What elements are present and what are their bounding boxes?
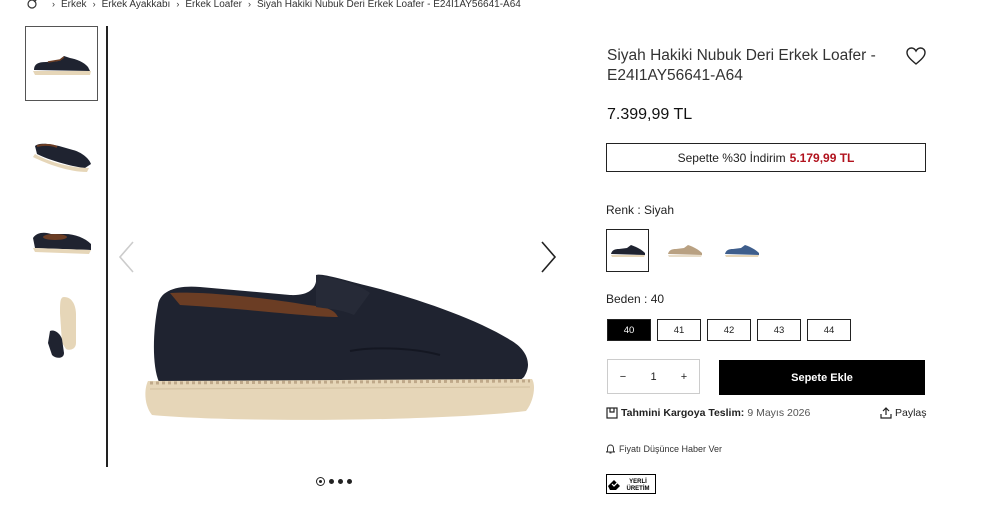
color-swatch-image [724, 244, 759, 257]
main-product-image [145, 274, 534, 420]
size-option-40[interactable]: 40 [607, 319, 651, 341]
breadcrumb-separator: › [248, 0, 252, 9]
yerli-badge-text-1: YERLİ [629, 478, 647, 485]
breadcrumb-separator: › [52, 0, 55, 9]
yerli-uretim-badge: YERLİ ÜRETİM [606, 474, 656, 494]
thumbnail-1[interactable] [25, 26, 98, 101]
quantity-decrease-button[interactable]: − [616, 371, 630, 383]
cart-discount-box: Sepette %30 İndirim 5.179,99 TL [606, 143, 926, 172]
breadcrumb-separator: › [176, 0, 180, 9]
home-icon[interactable] [26, 0, 38, 10]
breadcrumb-current: Siyah Hakiki Nubuk Deri Erkek Loafer - E… [257, 0, 521, 10]
breadcrumb: › Erkek › Erkek Ayakkabı › Erkek Loafer … [26, 0, 521, 11]
size-option-44[interactable]: 44 [807, 319, 851, 341]
cart-discount-text: Sepette %30 İndirim [677, 150, 786, 165]
chevron-left-icon[interactable] [117, 240, 137, 274]
price-alert-link[interactable]: Fiyatı Düşünce Haber Ver [606, 444, 722, 454]
breadcrumb-erkek-loafer[interactable]: Erkek Loafer [185, 0, 242, 10]
share-label: Paylaş [895, 407, 927, 419]
color-swatches [606, 229, 763, 272]
color-label: Renk : Siyah [606, 203, 675, 217]
quantity-increase-button[interactable]: + [677, 371, 691, 383]
color-swatch-bej[interactable] [663, 229, 706, 272]
size-options: 40 41 42 43 44 [607, 319, 851, 341]
bell-icon [606, 444, 615, 454]
size-option-41[interactable]: 41 [657, 319, 701, 341]
breadcrumb-erkek-ayakkabi[interactable]: Erkek Ayakkabı [102, 0, 171, 10]
breadcrumb-erkek[interactable]: Erkek [61, 0, 87, 10]
quantity-stepper: − 1 + [607, 359, 700, 394]
gallery-divider [106, 26, 108, 467]
shoe-thumbnail-image [32, 143, 91, 172]
color-swatch-image [667, 244, 702, 257]
color-swatch-mavi[interactable] [720, 229, 763, 272]
gallery-dot-4[interactable] [347, 479, 352, 484]
share-button[interactable]: Paylaş [880, 407, 927, 419]
delivery-label: Tahmini Kargoya Teslim: [621, 407, 745, 419]
thumbnail-2[interactable] [25, 114, 98, 189]
cart-discount-price: 5.179,99 TL [789, 150, 855, 165]
thumbnail-4[interactable] [25, 290, 98, 365]
size-option-43[interactable]: 43 [757, 319, 801, 341]
price-alert-label: Fiyatı Düşünce Haber Ver [619, 444, 723, 454]
share-icon [880, 407, 892, 419]
chevron-right-icon[interactable] [538, 240, 558, 274]
size-option-42[interactable]: 42 [707, 319, 751, 341]
thumbnail-list [25, 26, 99, 378]
product-title: Siyah Hakiki Nubuk Deri Erkek Loafer - E… [607, 47, 876, 84]
gallery-dot-1[interactable] [316, 477, 325, 486]
size-label: Beden : 40 [606, 292, 665, 306]
color-swatch-siyah[interactable] [606, 229, 649, 272]
shoe-thumbnail-image [47, 296, 76, 358]
gallery-pagination [316, 477, 352, 486]
add-to-cart-button[interactable]: Sepete Ekle [719, 360, 925, 395]
quantity-value[interactable]: 1 [647, 371, 661, 383]
color-swatch-image [610, 244, 645, 257]
gallery-dot-3[interactable] [338, 479, 343, 484]
breadcrumb-separator: › [92, 0, 96, 9]
shoe-thumbnail-image [32, 232, 91, 254]
thumbnail-3[interactable] [25, 202, 98, 277]
shoe-thumbnail-image [32, 55, 91, 75]
yerli-badge-text-2: ÜRETİM [627, 485, 650, 492]
delivery-date: 9 Mayıs 2026 [747, 407, 811, 419]
delivery-info: Tahmini Kargoya Teslim: 9 Mayıs 2026 [606, 407, 810, 419]
gallery-dot-2[interactable] [329, 479, 334, 484]
package-icon [606, 407, 618, 419]
heart-icon[interactable] [905, 46, 927, 66]
product-price: 7.399,99 TL [607, 106, 693, 123]
